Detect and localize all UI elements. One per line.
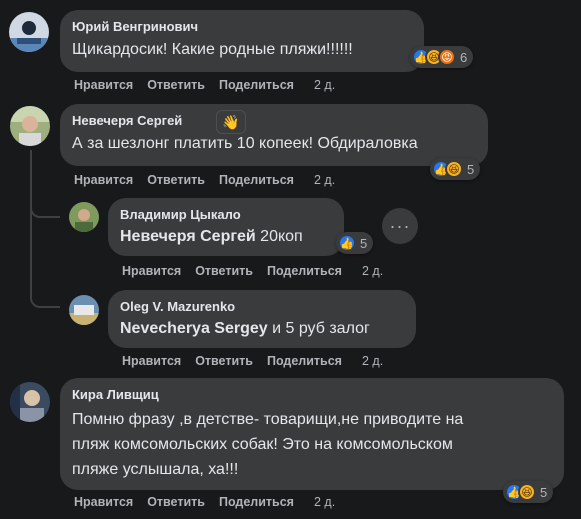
reply-link[interactable]: Ответить	[195, 354, 253, 368]
reply-bubble: Oleg V. Mazurenko Nevecherya Sergey и 5 …	[108, 290, 416, 348]
comment-timestamp[interactable]: 2 д.	[362, 354, 383, 368]
comment-author[interactable]: Невечеря Сергей	[72, 112, 476, 129]
more-options-icon[interactable]: ···	[382, 208, 418, 244]
comment-timestamp[interactable]: 2 д.	[362, 264, 383, 278]
reaction-count: 6	[460, 49, 468, 65]
reply-link[interactable]: Ответить	[147, 495, 205, 509]
avatar[interactable]	[69, 202, 99, 232]
reaction-count: 5	[360, 235, 368, 251]
reply-link[interactable]: Ответить	[195, 264, 253, 278]
reply-text: 20коп	[255, 228, 303, 245]
share-link[interactable]: Поделиться	[219, 495, 294, 509]
like-link[interactable]: Нравится	[74, 495, 133, 509]
reaction-summary[interactable]: 👍 😆 5	[430, 158, 481, 180]
share-link[interactable]: Поделиться	[219, 173, 294, 187]
comment-text: Nevecherya Sergey и 5 руб залог	[120, 318, 404, 340]
reaction-count: 5	[540, 484, 548, 500]
comment-author[interactable]: Oleg V. Mazurenko	[120, 298, 404, 315]
comment-actions: Нравится Ответить Поделиться 2 д.	[122, 354, 383, 368]
avatar[interactable]	[69, 295, 99, 325]
angry-reaction-icon: 😡	[438, 48, 456, 66]
comment-text: Невечеря Сергей 20коп	[120, 226, 332, 248]
thread-connector	[30, 284, 60, 308]
share-link[interactable]: Поделиться	[267, 264, 342, 278]
reply-bubble: Владимир Цыкало Невечеря Сергей 20коп	[108, 198, 344, 256]
like-link[interactable]: Нравится	[74, 78, 133, 92]
comment-timestamp[interactable]: 2 д.	[314, 173, 335, 187]
like-link[interactable]: Нравится	[122, 354, 181, 368]
comment-actions: Нравится Ответить Поделиться 2 д.	[122, 264, 383, 278]
reply-link[interactable]: Ответить	[147, 78, 205, 92]
haha-reaction-icon: 😆	[518, 483, 536, 501]
comment-bubble: Невечеря Сергей А за шезлонг платить 10 …	[60, 104, 488, 166]
avatar[interactable]	[10, 106, 50, 146]
reaction-count: 5	[467, 161, 475, 177]
haha-reaction-icon: 😆	[445, 160, 463, 178]
comment-actions: Нравится Ответить Поделиться 2 д.	[74, 495, 335, 509]
like-reaction-icon: 👍	[338, 234, 356, 252]
mention-link[interactable]: Невечеря Сергей	[120, 228, 256, 245]
comment-author[interactable]: Владимир Цыкало	[120, 206, 332, 223]
like-link[interactable]: Нравится	[122, 264, 181, 278]
reaction-summary[interactable]: 👍 5	[336, 232, 374, 254]
reaction-summary[interactable]: 👍 😆 😡 6	[410, 46, 474, 68]
comment-text: А за шезлонг платить 10 копеек! Обдирало…	[72, 135, 418, 152]
reply-text: и 5 руб залог	[267, 320, 370, 337]
comment-text: Щикардосик! Какие родные пляжи!!!!!!	[72, 41, 353, 58]
thread-connector	[30, 200, 60, 218]
top-fan-badge[interactable]: 👋	[216, 110, 246, 134]
comment-actions: Нравится Ответить Поделиться 2 д.	[74, 173, 335, 187]
like-link[interactable]: Нравится	[74, 173, 133, 187]
avatar[interactable]	[10, 382, 50, 422]
comment-actions: Нравится Ответить Поделиться 2 д.	[74, 78, 335, 92]
comment-bubble: Юрий Венгринович Щикардосик! Какие родны…	[60, 10, 424, 72]
comment-author[interactable]: Кира Ливщиц	[72, 386, 552, 403]
share-link[interactable]: Поделиться	[267, 354, 342, 368]
comment-timestamp[interactable]: 2 д.	[314, 78, 335, 92]
comment-bubble: Кира Ливщиц Помню фразу ,в детстве- това…	[60, 378, 564, 490]
reaction-summary[interactable]: 👍 😆 5	[503, 481, 554, 503]
comment-author[interactable]: Юрий Венгринович	[72, 18, 412, 35]
share-link[interactable]: Поделиться	[219, 78, 294, 92]
comment-text: Помню фразу ,в детстве- товарищи,не прив…	[72, 411, 464, 478]
mention-link[interactable]: Nevecherya Sergey	[120, 320, 268, 337]
thread-line	[30, 218, 32, 288]
avatar[interactable]	[9, 12, 49, 52]
wave-icon: 👋	[222, 113, 240, 130]
reply-link[interactable]: Ответить	[147, 173, 205, 187]
comment-timestamp[interactable]: 2 д.	[314, 495, 335, 509]
